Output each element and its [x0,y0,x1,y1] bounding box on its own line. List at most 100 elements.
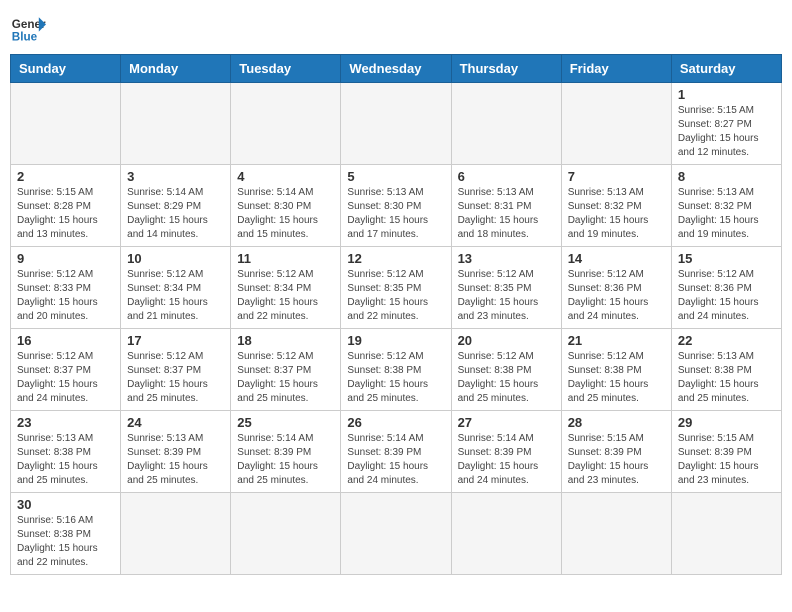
calendar-day-cell: 9 Sunrise: 5:12 AMSunset: 8:33 PMDaylight… [11,247,121,329]
calendar-day-cell: 17 Sunrise: 5:12 AMSunset: 8:37 PMDayligh… [121,329,231,411]
day-info: Sunrise: 5:12 AMSunset: 8:38 PMDaylight:… [568,350,665,406]
calendar-day-cell: 21 Sunrise: 5:12 AMSunset: 8:38 PMDayligh… [561,329,671,411]
day-info: Sunrise: 5:16 AMSunset: 8:38 PMDaylight:… [17,514,114,570]
day-number: 8 [678,169,775,184]
calendar-day-cell: 29 Sunrise: 5:15 AMSunset: 8:39 PMDayligh… [671,411,781,493]
calendar-day-cell [561,83,671,165]
day-number: 25 [237,415,334,430]
calendar-day-cell [231,493,341,575]
calendar-day-cell: 4 Sunrise: 5:14 AMSunset: 8:30 PMDaylight… [231,165,341,247]
calendar-day-cell: 28 Sunrise: 5:15 AMSunset: 8:39 PMDayligh… [561,411,671,493]
day-number: 1 [678,87,775,102]
day-number: 3 [127,169,224,184]
day-info: Sunrise: 5:13 AMSunset: 8:30 PMDaylight:… [347,186,444,242]
calendar-day-cell: 3 Sunrise: 5:14 AMSunset: 8:29 PMDaylight… [121,165,231,247]
day-info: Sunrise: 5:13 AMSunset: 8:38 PMDaylight:… [17,432,114,488]
day-number: 27 [458,415,555,430]
day-info: Sunrise: 5:12 AMSunset: 8:35 PMDaylight:… [347,268,444,324]
day-number: 14 [568,251,665,266]
day-number: 26 [347,415,444,430]
calendar-day-cell: 19Sunrise: 5:12 AMSunset: 8:38 PMDayligh… [341,329,451,411]
day-number: 2 [17,169,114,184]
calendar-day-cell: 8Sunrise: 5:13 AMSunset: 8:32 PMDaylight… [671,165,781,247]
calendar-day-cell: 23 Sunrise: 5:13 AMSunset: 8:38 PMDayligh… [11,411,121,493]
day-number: 29 [678,415,775,430]
day-number: 17 [127,333,224,348]
day-number: 24 [127,415,224,430]
day-number: 28 [568,415,665,430]
calendar-day-cell [121,493,231,575]
calendar-day-cell: 15 Sunrise: 5:12 AMSunset: 8:36 PMDayligh… [671,247,781,329]
calendar-day-cell [11,83,121,165]
weekday-header-friday: Friday [561,55,671,83]
calendar-day-cell [561,493,671,575]
day-number: 15 [678,251,775,266]
day-number: 18 [237,333,334,348]
calendar-day-cell: 10 Sunrise: 5:12 AMSunset: 8:34 PMDayligh… [121,247,231,329]
day-number: 30 [17,497,114,512]
calendar-day-cell: 18 Sunrise: 5:12 AMSunset: 8:37 PMDayligh… [231,329,341,411]
weekday-header-row: SundayMondayTuesdayWednesdayThursdayFrid… [11,55,782,83]
day-number: 16 [17,333,114,348]
day-number: 23 [17,415,114,430]
day-info: Sunrise: 5:12 AMSunset: 8:36 PMDaylight:… [568,268,665,324]
day-number: 9 [17,251,114,266]
calendar-day-cell: 27 Sunrise: 5:14 AMSunset: 8:39 PMDayligh… [451,411,561,493]
day-info: Sunrise: 5:12 AMSunset: 8:34 PMDaylight:… [127,268,224,324]
header: General Blue [10,10,782,46]
calendar-day-cell: 1Sunrise: 5:15 AMSunset: 8:27 PMDaylight… [671,83,781,165]
day-info: Sunrise: 5:12 AMSunset: 8:37 PMDaylight:… [237,350,334,406]
day-info: Sunrise: 5:12 AMSunset: 8:36 PMDaylight:… [678,268,775,324]
day-number: 7 [568,169,665,184]
calendar-day-cell: 11 Sunrise: 5:12 AMSunset: 8:34 PMDayligh… [231,247,341,329]
day-info: Sunrise: 5:14 AMSunset: 8:29 PMDaylight:… [127,186,224,242]
weekday-header-tuesday: Tuesday [231,55,341,83]
calendar-day-cell [671,493,781,575]
calendar-day-cell: 14 Sunrise: 5:12 AMSunset: 8:36 PMDayligh… [561,247,671,329]
day-info: Sunrise: 5:14 AMSunset: 8:30 PMDaylight:… [237,186,334,242]
day-info: Sunrise: 5:13 AMSunset: 8:31 PMDaylight:… [458,186,555,242]
day-info: Sunrise: 5:15 AMSunset: 8:39 PMDaylight:… [568,432,665,488]
day-number: 5 [347,169,444,184]
calendar-day-cell: 22Sunrise: 5:13 AMSunset: 8:38 PMDayligh… [671,329,781,411]
day-info: Sunrise: 5:12 AMSunset: 8:34 PMDaylight:… [237,268,334,324]
day-info: Sunrise: 5:12 AMSunset: 8:33 PMDaylight:… [17,268,114,324]
day-number: 4 [237,169,334,184]
calendar-day-cell: 5 Sunrise: 5:13 AMSunset: 8:30 PMDaylight… [341,165,451,247]
logo: General Blue [10,10,46,46]
calendar-day-cell [451,83,561,165]
day-info: Sunrise: 5:13 AMSunset: 8:39 PMDaylight:… [127,432,224,488]
day-number: 6 [458,169,555,184]
day-info: Sunrise: 5:13 AMSunset: 8:32 PMDaylight:… [568,186,665,242]
day-number: 21 [568,333,665,348]
day-number: 11 [237,251,334,266]
calendar: SundayMondayTuesdayWednesdayThursdayFrid… [10,54,782,575]
day-info: Sunrise: 5:15 AMSunset: 8:28 PMDaylight:… [17,186,114,242]
day-info: Sunrise: 5:15 AMSunset: 8:39 PMDaylight:… [678,432,775,488]
weekday-header-saturday: Saturday [671,55,781,83]
day-info: Sunrise: 5:12 AMSunset: 8:38 PMDaylight:… [458,350,555,406]
day-info: Sunrise: 5:12 AMSunset: 8:37 PMDaylight:… [17,350,114,406]
calendar-day-cell: 16 Sunrise: 5:12 AMSunset: 8:37 PMDayligh… [11,329,121,411]
calendar-week-2: 2 Sunrise: 5:15 AMSunset: 8:28 PMDaylight… [11,165,782,247]
svg-text:Blue: Blue [12,31,38,44]
day-number: 20 [458,333,555,348]
day-number: 13 [458,251,555,266]
calendar-day-cell: 24 Sunrise: 5:13 AMSunset: 8:39 PMDayligh… [121,411,231,493]
day-info: Sunrise: 5:12 AMSunset: 8:35 PMDaylight:… [458,268,555,324]
calendar-week-5: 23 Sunrise: 5:13 AMSunset: 8:38 PMDayligh… [11,411,782,493]
calendar-day-cell [121,83,231,165]
calendar-day-cell: 7 Sunrise: 5:13 AMSunset: 8:32 PMDaylight… [561,165,671,247]
calendar-day-cell: 20 Sunrise: 5:12 AMSunset: 8:38 PMDayligh… [451,329,561,411]
calendar-day-cell: 25Sunrise: 5:14 AMSunset: 8:39 PMDayligh… [231,411,341,493]
calendar-day-cell [341,493,451,575]
calendar-week-1: 1Sunrise: 5:15 AMSunset: 8:27 PMDaylight… [11,83,782,165]
weekday-header-sunday: Sunday [11,55,121,83]
calendar-day-cell: 26Sunrise: 5:14 AMSunset: 8:39 PMDayligh… [341,411,451,493]
day-info: Sunrise: 5:14 AMSunset: 8:39 PMDaylight:… [458,432,555,488]
calendar-week-3: 9 Sunrise: 5:12 AMSunset: 8:33 PMDaylight… [11,247,782,329]
day-number: 19 [347,333,444,348]
day-number: 10 [127,251,224,266]
calendar-day-cell: 12Sunrise: 5:12 AMSunset: 8:35 PMDayligh… [341,247,451,329]
day-info: Sunrise: 5:12 AMSunset: 8:37 PMDaylight:… [127,350,224,406]
